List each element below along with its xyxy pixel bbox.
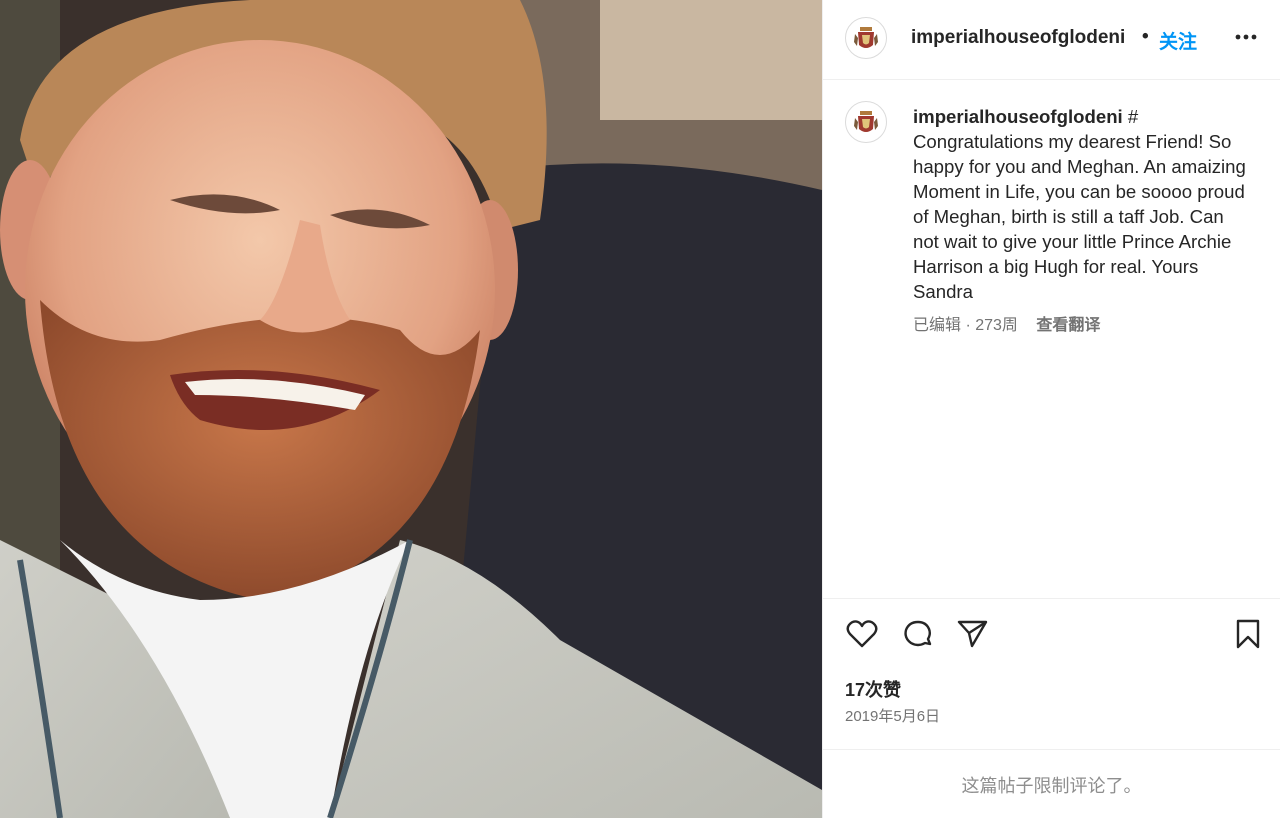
post-header: imperialhouseofglodeni • 关注 <box>823 0 1280 80</box>
royal-crest-icon <box>854 27 878 48</box>
see-translation-link[interactable]: 查看翻译 <box>1036 317 1100 334</box>
royal-crest-icon <box>854 111 878 132</box>
caption-username[interactable]: imperialhouseofglodeni <box>913 106 1123 127</box>
caption-avatar[interactable] <box>845 101 887 143</box>
caption-text-block: imperialhouseofglodeni # Congratulations… <box>913 104 1253 304</box>
caption-text: # Congratulations my dearest Friend! So … <box>913 106 1246 302</box>
post-date[interactable]: 2019年5月6日 <box>845 705 940 726</box>
post-side-panel: imperialhouseofglodeni • 关注 imperialhous… <box>822 0 1280 818</box>
author-avatar[interactable] <box>845 17 887 59</box>
comment-icon[interactable] <box>901 617 935 651</box>
separator-dot: • <box>1142 26 1149 47</box>
edited-timestamp: 已编辑 · 273周 <box>913 317 1018 334</box>
more-horizontal-icon[interactable] <box>1233 24 1259 50</box>
post-photo <box>0 0 822 818</box>
bookmark-icon[interactable] <box>1231 617 1265 651</box>
paper-plane-icon[interactable] <box>955 616 989 650</box>
likes-count[interactable]: 17次赞 <box>845 676 901 702</box>
post-actions: 17次赞 2019年5月6日 <box>823 598 1280 750</box>
comments-limited-notice: 这篇帖子限制评论了。 <box>961 776 1142 796</box>
post-viewer: imperialhouseofglodeni • 关注 imperialhous… <box>0 0 1280 818</box>
heart-icon[interactable] <box>845 617 879 651</box>
follow-button[interactable]: 关注 <box>1159 27 1197 54</box>
author-username[interactable]: imperialhouseofglodeni <box>911 27 1125 49</box>
post-media[interactable] <box>0 0 822 818</box>
caption-meta: 已编辑 · 273周 查看翻译 <box>913 311 1100 335</box>
